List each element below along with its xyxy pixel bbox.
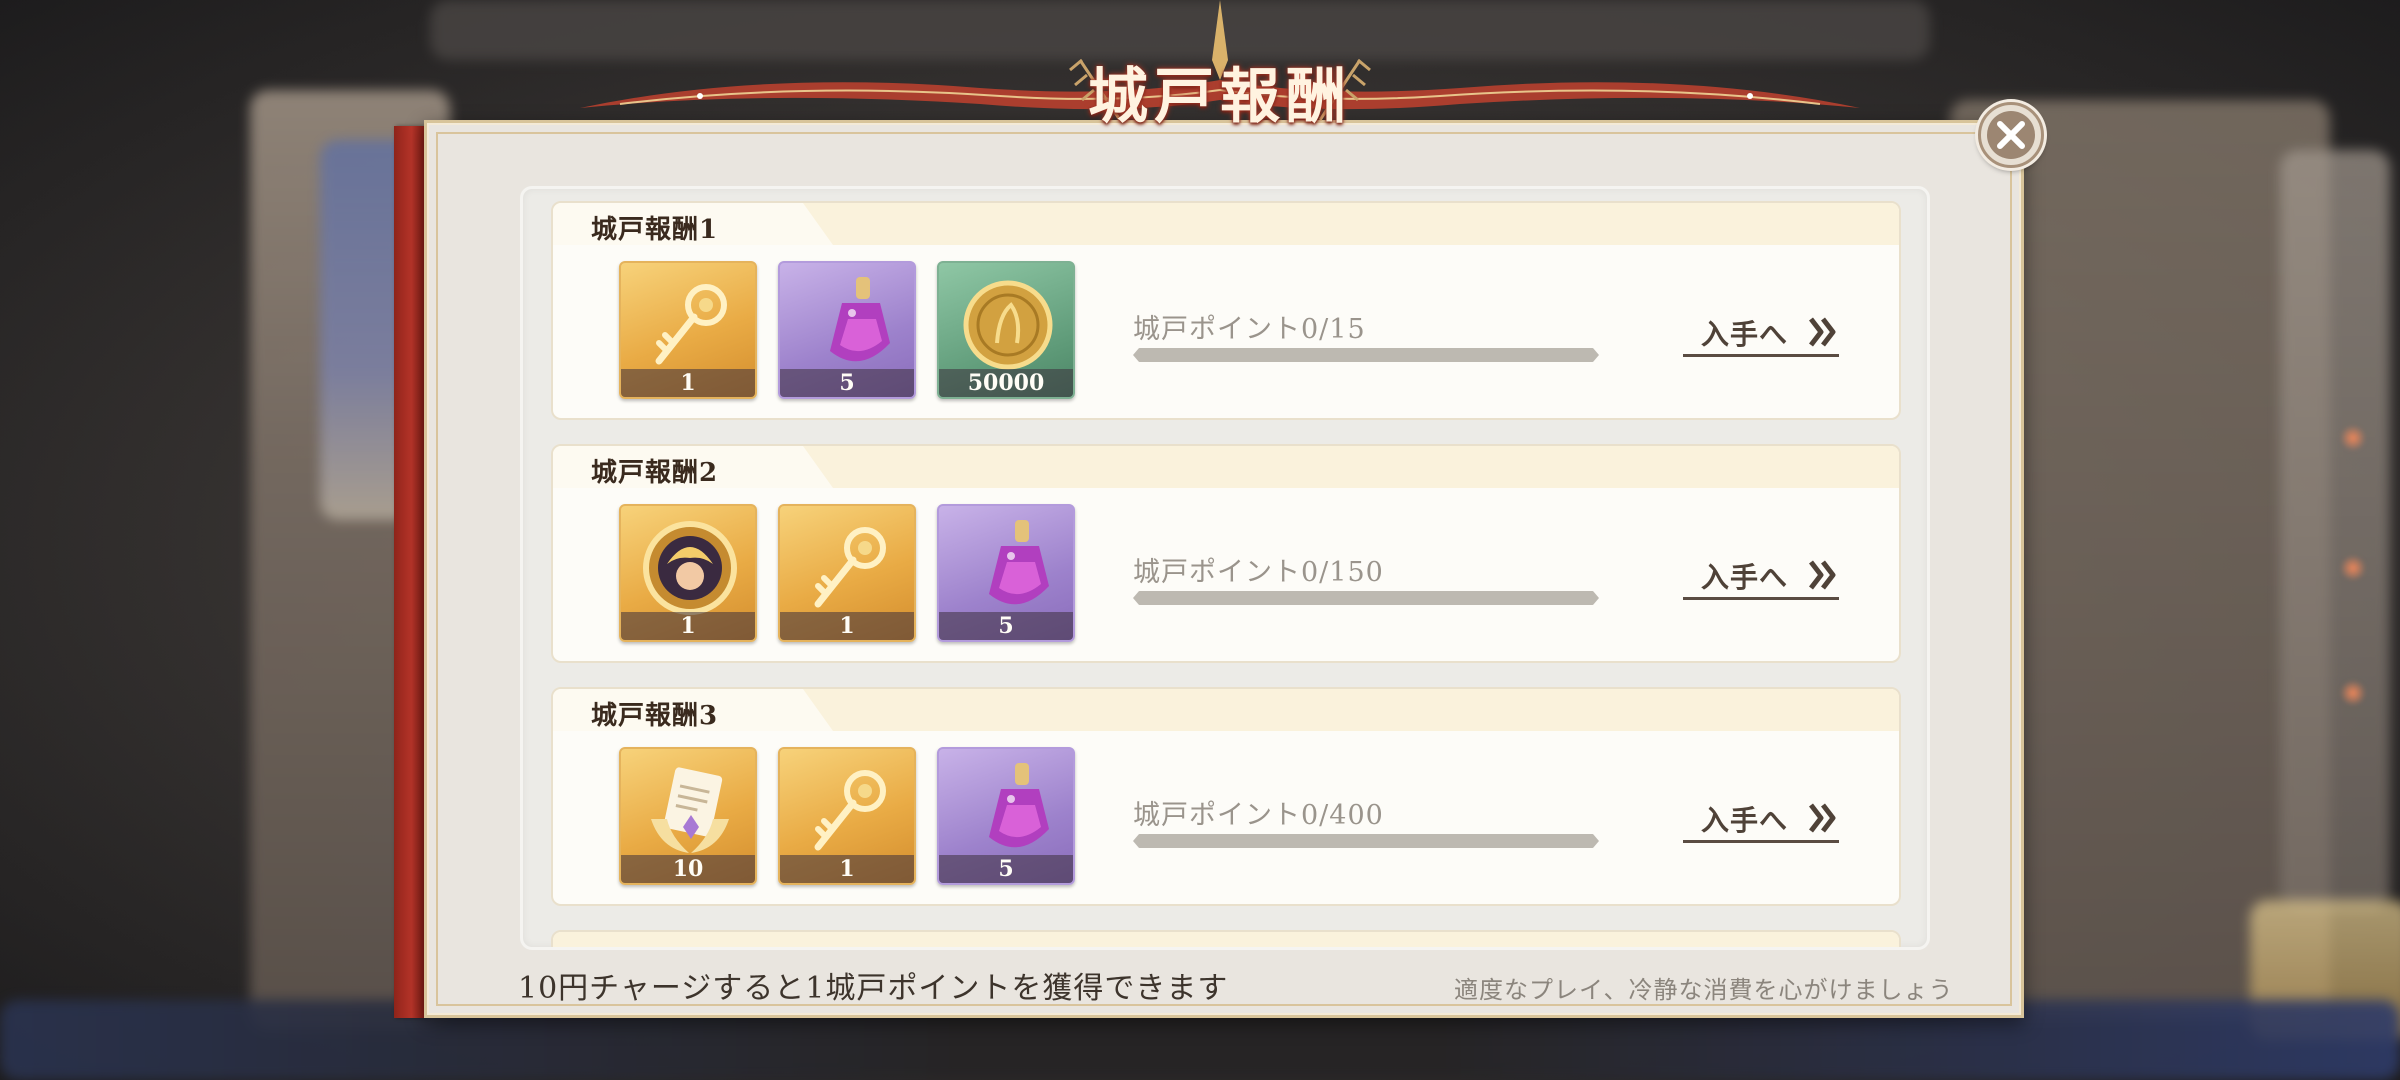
points-progress-bar	[1133, 834, 1599, 848]
bg-notification-dot	[2340, 680, 2366, 706]
reward-title: 城戸報酬3	[591, 701, 719, 731]
reward-item-key[interactable]: 1	[778, 504, 916, 642]
reward-item-key[interactable]: 1	[619, 261, 757, 399]
item-count: 5	[939, 855, 1073, 883]
go-obtain-label: 入手へ	[1701, 318, 1789, 351]
reward-list[interactable]: 城戸報酬1 1 5 50000 城戸ポイント0/15 入手へ 城戸報酬2 1 1…	[520, 186, 1930, 950]
close-button[interactable]	[1978, 102, 2044, 168]
reward-item-potion[interactable]: 5	[937, 747, 1075, 885]
reward-item-coin[interactable]: 50000	[937, 261, 1075, 399]
charge-points-note: 10円チャージすると1城戸ポイントを獲得できます	[518, 971, 1229, 1006]
dialog-header-banner: 城戸報酬	[560, 0, 1880, 132]
points-progress-bar	[1133, 348, 1599, 362]
reward-item-letter[interactable]: 10	[619, 747, 757, 885]
reward-item-key[interactable]: 1	[778, 747, 916, 885]
reward-card-header	[553, 932, 1899, 947]
reward-item-potion[interactable]: 5	[778, 261, 916, 399]
reward-item-medal[interactable]: 1	[619, 504, 757, 642]
double-chevron-right-icon	[1809, 803, 1836, 833]
item-count: 5	[939, 612, 1073, 640]
dialog-title: 城戸報酬	[1088, 62, 1352, 132]
dialog-red-edge	[394, 126, 426, 1018]
item-count: 1	[621, 369, 755, 397]
item-count: 1	[780, 612, 914, 640]
item-count: 1	[780, 855, 914, 883]
double-chevron-right-icon	[1809, 317, 1836, 347]
play-responsibly-note: 適度なプレイ、冷静な消費を心がけましょう	[1454, 976, 1954, 1004]
reward-title: 城戸報酬1	[591, 215, 719, 245]
reward-card-next-partial	[551, 930, 1901, 947]
go-obtain-button[interactable]: 入手へ	[1683, 311, 1839, 357]
go-obtain-label: 入手へ	[1701, 561, 1789, 594]
bg-notification-dot	[2340, 555, 2366, 581]
reward-title: 城戸報酬2	[591, 458, 719, 488]
double-chevron-right-icon	[1809, 560, 1836, 590]
item-count: 1	[621, 612, 755, 640]
reward-item-potion[interactable]: 5	[937, 504, 1075, 642]
points-progress-label: 城戸ポイント0/150	[1133, 557, 1384, 588]
close-icon	[1987, 111, 2035, 159]
points-progress-bar	[1133, 591, 1599, 605]
reward-card-3: 城戸報酬3 10 1 5 城戸ポイント0/400 入手へ	[551, 687, 1901, 906]
reward-card-1: 城戸報酬1 1 5 50000 城戸ポイント0/15 入手へ	[551, 201, 1901, 420]
bg-notification-dot	[2340, 425, 2366, 451]
go-obtain-button[interactable]: 入手へ	[1683, 554, 1839, 600]
reward-card-2: 城戸報酬2 1 1 5 城戸ポイント0/150 入手へ	[551, 444, 1901, 663]
item-count: 5	[780, 369, 914, 397]
item-count: 50000	[939, 369, 1073, 397]
item-count: 10	[621, 855, 755, 883]
points-progress-label: 城戸ポイント0/15	[1133, 314, 1366, 345]
go-obtain-label: 入手へ	[1701, 804, 1789, 837]
bg-right-strip	[2280, 150, 2390, 910]
go-obtain-button[interactable]: 入手へ	[1683, 797, 1839, 843]
points-progress-label: 城戸ポイント0/400	[1133, 800, 1384, 831]
